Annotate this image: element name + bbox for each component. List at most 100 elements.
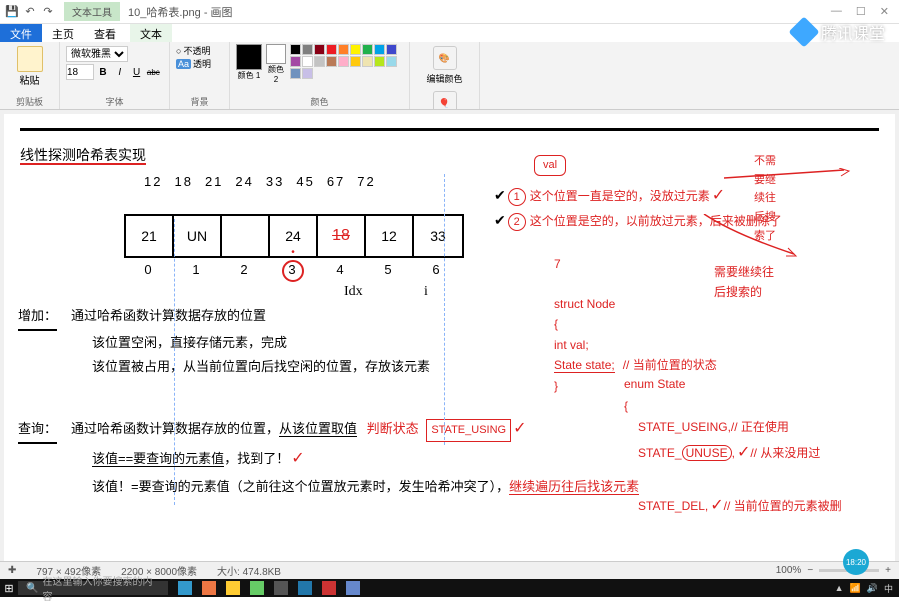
- tray-icon[interactable]: ▲: [835, 583, 844, 593]
- table-cell: 18: [318, 216, 366, 256]
- ribbon: 粘贴 剪贴板 微软雅黑 B I U abc 字体 ○ 不透明 Aa 透明 背景 …: [0, 42, 899, 110]
- text-tab[interactable]: 文本: [130, 24, 172, 42]
- time-bubble: 18:20: [843, 549, 869, 575]
- app-icon[interactable]: [178, 581, 192, 595]
- table-cell: 21: [126, 216, 174, 256]
- taskbar: ⊞ 🔍 在这里输入你要搜索的内容 ▲ 📶 🔊 中: [0, 579, 899, 597]
- app-icon[interactable]: [250, 581, 264, 595]
- maximize-icon[interactable]: ☐: [856, 5, 866, 18]
- font-label: 字体: [60, 95, 169, 108]
- strike-button[interactable]: abc: [146, 68, 160, 77]
- underline-button[interactable]: U: [130, 67, 144, 78]
- file-size: 大小: 474.8KB: [217, 563, 281, 578]
- font-group: 微软雅黑 B I U abc 字体: [60, 42, 170, 109]
- cursor-position: ✚: [8, 565, 16, 576]
- window-controls: — ☐ ✕: [831, 5, 899, 18]
- color-palette[interactable]: [290, 44, 403, 79]
- note-no-continue: 不需要继续往后搜索了: [754, 152, 782, 245]
- zoom-in-icon[interactable]: +: [885, 565, 891, 576]
- handwritten-idx: Idx: [344, 284, 363, 300]
- search-icon: 🔍: [26, 583, 38, 594]
- undo-icon[interactable]: ↶: [22, 4, 38, 20]
- system-tray[interactable]: ▲ 📶 🔊 中: [835, 582, 899, 595]
- app-icon[interactable]: [346, 581, 360, 595]
- color2-label: 颜色 2: [266, 64, 286, 84]
- font-size-input[interactable]: [66, 64, 94, 80]
- right-column: val ✔1这个位置一直是空的，没放过元素✓ 不需要继续往后搜索了 ✔2这个位置…: [494, 154, 782, 233]
- paste-icon: [17, 46, 43, 72]
- transparent-option[interactable]: Aa 透明: [176, 57, 223, 70]
- background-group: ○ 不透明 Aa 透明 背景: [170, 42, 230, 109]
- edit-colors-button[interactable]: 🎨 编辑颜色: [416, 46, 473, 85]
- handwritten-i: i: [424, 284, 428, 300]
- divider: [20, 128, 879, 131]
- redo-icon[interactable]: ↷: [40, 4, 56, 20]
- add-header: 增加：: [18, 304, 57, 331]
- page-content: 线性探测哈希表实现 1218212433456772 21 UN 24• 18 …: [4, 114, 895, 561]
- ime-icon[interactable]: 中: [884, 582, 893, 595]
- search-placeholder: 在这里输入你要搜索的内容: [42, 573, 160, 603]
- file-tab[interactable]: 文件: [0, 24, 42, 42]
- table-cell: 33: [414, 216, 462, 256]
- enum-code: enum State { STATE_USEING,// 正在使用 STATE_…: [624, 374, 842, 520]
- font-family-select[interactable]: 微软雅黑: [66, 46, 128, 62]
- edit-colors-icon: 🎨: [433, 46, 457, 70]
- bold-button[interactable]: B: [96, 67, 110, 78]
- table-cell: [222, 216, 270, 256]
- color2-button[interactable]: [266, 44, 286, 64]
- volume-icon[interactable]: 🔊: [867, 583, 878, 594]
- add-section: 增加：通过哈希函数计算数据存放的位置 该位置空闲，直接存储元素，完成 该位置被占…: [18, 304, 430, 380]
- canvas-area[interactable]: 线性探测哈希表实现 1218212433456772 21 UN 24• 18 …: [0, 110, 899, 561]
- title-bar: 💾 ↶ ↷ 文本工具 10_哈希表.png - 画图 — ☐ ✕: [0, 0, 899, 24]
- quick-access-toolbar: 💾 ↶ ↷: [0, 4, 60, 20]
- query-section: 查询：通过哈希函数计算数据存放的位置，从该位置取值 判断状态 STATE_USI…: [18, 414, 639, 499]
- hash-table: 21 UN 24• 18 12 33: [124, 214, 464, 258]
- clipboard-label: 剪贴板: [0, 95, 59, 108]
- color1-label: 颜色 1: [236, 70, 262, 81]
- seven: 7: [554, 254, 561, 274]
- menu-bar: 文件 主页 查看 文本: [0, 24, 899, 42]
- app-icon[interactable]: [298, 581, 312, 595]
- italic-button[interactable]: I: [113, 67, 127, 78]
- clipboard-group: 粘贴 剪贴板: [0, 42, 60, 109]
- zoom-control[interactable]: 100% − +: [776, 565, 891, 576]
- paste-button[interactable]: 粘贴: [6, 46, 53, 87]
- save-icon[interactable]: 💾: [4, 4, 20, 20]
- number-list: 1218212433456772: [144, 174, 388, 189]
- watermark: 腾讯课堂: [793, 20, 885, 44]
- colors-group: 颜色 1 颜色 2 颜色: [230, 42, 410, 109]
- query-header: 查询：: [18, 417, 57, 444]
- cursor-guide-v2: [444, 174, 445, 445]
- close-icon[interactable]: ✕: [880, 5, 889, 18]
- app-icon[interactable]: [202, 581, 216, 595]
- cursor-guide-v: [174, 219, 175, 505]
- tencent-logo-icon: [788, 16, 819, 47]
- opaque-option[interactable]: ○ 不透明: [176, 44, 223, 57]
- taskbar-search[interactable]: 🔍 在这里输入你要搜索的内容: [18, 581, 168, 595]
- table-cell: 12: [366, 216, 414, 256]
- tools-group: 🎨 编辑颜色 🎈 使用画图 3D 进行编辑: [410, 42, 480, 109]
- taskbar-apps: [178, 581, 360, 595]
- app-icon[interactable]: [274, 581, 288, 595]
- watermark-text: 腾讯课堂: [821, 20, 885, 44]
- text-tools-tab[interactable]: 文本工具: [64, 2, 120, 21]
- app-icon[interactable]: [226, 581, 240, 595]
- app-icon[interactable]: [322, 581, 336, 595]
- color1-button[interactable]: [236, 44, 262, 70]
- window-title: 10_哈希表.png - 画图: [128, 4, 233, 20]
- zoom-level: 100%: [776, 565, 802, 576]
- bg-label: 背景: [170, 95, 229, 108]
- start-button[interactable]: ⊞: [0, 579, 18, 597]
- paste-label: 粘贴: [20, 72, 40, 87]
- table-cell: UN: [174, 216, 222, 256]
- zoom-out-icon[interactable]: −: [807, 565, 813, 576]
- val-bubble: val: [534, 155, 566, 176]
- text-tools-label: 文本工具: [72, 4, 112, 19]
- note-continue: 需要继续往后搜索的: [714, 262, 782, 303]
- view-tab[interactable]: 查看: [84, 24, 126, 42]
- home-tab[interactable]: 主页: [42, 24, 84, 42]
- network-icon[interactable]: 📶: [850, 583, 861, 594]
- colors-label: 颜色: [230, 95, 409, 108]
- minimize-icon[interactable]: —: [831, 5, 842, 18]
- table-cell: 24•: [270, 216, 318, 256]
